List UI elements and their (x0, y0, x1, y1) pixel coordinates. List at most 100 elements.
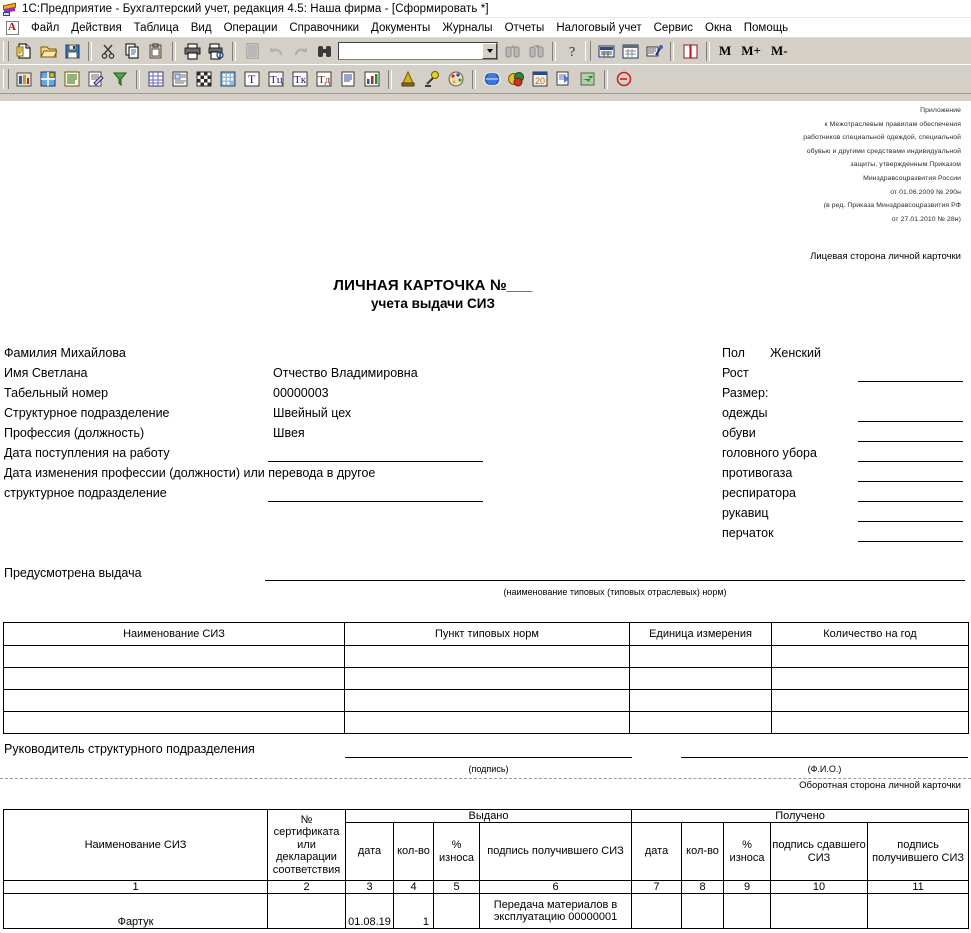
issue-cell-signature[interactable]: Передача материалов в эксплуатацию 00000… (478, 893, 633, 929)
toolbar-grip[interactable] (3, 41, 9, 61)
memory-plus-button[interactable]: M+ (741, 43, 761, 59)
memory-minus-button[interactable]: M- (771, 43, 788, 59)
table-row[interactable] (3, 711, 969, 734)
field-line-size-mittens[interactable] (858, 521, 963, 522)
issue-cell-qty[interactable]: 1 (393, 893, 434, 929)
cone-icon[interactable] (397, 68, 419, 90)
received-cell-signature-giver[interactable] (770, 893, 869, 929)
field-line-provided-issue[interactable] (265, 580, 965, 581)
manager-name-line[interactable] (681, 757, 968, 758)
received-cell-qty[interactable] (681, 893, 725, 929)
calendar20-icon[interactable]: 20 (529, 68, 551, 90)
field-line-size-clothes[interactable] (858, 421, 963, 422)
memory-recall-button[interactable]: M (719, 43, 731, 59)
antenna-icon[interactable] (421, 68, 443, 90)
field-line-change-profession[interactable] (268, 501, 483, 502)
accounts-icon[interactable] (13, 68, 35, 90)
field-line-size-gasmask[interactable] (858, 481, 963, 482)
menu-item-tax-accounting[interactable]: Налоговый учет (550, 21, 647, 35)
redo-icon[interactable] (289, 40, 311, 62)
menu-item-references[interactable]: Справочники (283, 21, 365, 35)
building-icon[interactable] (217, 68, 239, 90)
issue-cell-name[interactable]: Фартук (3, 893, 268, 929)
norms-cell[interactable] (629, 645, 772, 668)
planet-icon[interactable] (481, 68, 503, 90)
norms-cell[interactable] (344, 689, 630, 712)
chevron-down-icon[interactable] (482, 43, 497, 59)
table-row[interactable] (3, 667, 969, 690)
issue-cell-date[interactable]: 01.08.19 (345, 893, 394, 929)
query-wizard-icon[interactable] (643, 40, 665, 62)
received-cell-date[interactable] (631, 893, 683, 929)
spreadsheet-icon[interactable] (145, 68, 167, 90)
select-all-icon[interactable] (241, 40, 263, 62)
menu-item-documents[interactable]: Документы (365, 21, 436, 35)
document-canvas[interactable]: Приложение к Межотраслевым правилам обес… (0, 101, 971, 933)
card-icon[interactable] (169, 68, 191, 90)
bar-chart-icon[interactable] (361, 68, 383, 90)
palette-icon[interactable] (445, 68, 467, 90)
norms-cell[interactable] (771, 711, 969, 734)
issue-cell-certificate[interactable] (267, 893, 346, 929)
norms-cell[interactable] (771, 667, 969, 690)
issue-cell-wear[interactable] (433, 893, 480, 929)
cut-scissors-icon[interactable] (97, 40, 119, 62)
menu-item-operations[interactable]: Операции (218, 21, 284, 35)
norms-cell[interactable] (629, 667, 772, 690)
text-cell-sum-icon[interactable]: Tц (265, 68, 287, 90)
document-text-icon[interactable] (337, 68, 359, 90)
norms-cell[interactable] (3, 645, 345, 668)
field-line-size-gloves[interactable] (858, 541, 963, 542)
norms-cell[interactable] (629, 689, 772, 712)
table-row[interactable] (3, 689, 969, 712)
colors-icon[interactable] (505, 68, 527, 90)
journal-icon[interactable] (61, 68, 83, 90)
exit-circle-icon[interactable] (613, 68, 635, 90)
field-line-height[interactable] (858, 381, 963, 382)
help-question-icon[interactable]: ? (561, 40, 583, 62)
import-arrow-icon[interactable] (577, 68, 599, 90)
table-row[interactable] (3, 645, 969, 668)
norms-cell[interactable] (3, 667, 345, 690)
norms-cell[interactable] (344, 667, 630, 690)
copy-icon[interactable] (121, 40, 143, 62)
menu-item-file[interactable]: Файл (25, 21, 65, 35)
menu-item-table[interactable]: Таблица (128, 21, 185, 35)
paste-clipboard-icon[interactable] (145, 40, 167, 62)
toolbar2-grip[interactable] (3, 69, 9, 89)
norms-cell[interactable] (3, 689, 345, 712)
print-icon[interactable] (181, 40, 203, 62)
address-book-icon[interactable] (679, 40, 701, 62)
norms-cell[interactable] (344, 645, 630, 668)
received-cell-signature-taker[interactable] (867, 893, 970, 929)
find-next-icon[interactable] (525, 40, 547, 62)
text-cell-align-icon[interactable]: Tк (289, 68, 311, 90)
menu-item-view[interactable]: Вид (185, 21, 218, 35)
filter-icon[interactable] (109, 68, 131, 90)
menu-item-actions[interactable]: Действия (65, 21, 127, 35)
undo-icon[interactable] (265, 40, 287, 62)
find-previous-icon[interactable] (501, 40, 523, 62)
chart-of-accounts-icon[interactable] (37, 68, 59, 90)
norms-cell[interactable] (3, 711, 345, 734)
norms-cell[interactable] (771, 645, 969, 668)
open-folder-icon[interactable] (37, 40, 59, 62)
text-cell-icon[interactable]: T (241, 68, 263, 90)
report-edit-icon[interactable] (85, 68, 107, 90)
new-document-icon[interactable] (13, 40, 35, 62)
field-line-hire-date[interactable] (268, 461, 483, 462)
field-line-size-respirator[interactable] (858, 501, 963, 502)
export-icon[interactable] (553, 68, 575, 90)
search-combobox[interactable] (338, 42, 498, 60)
calculator-icon[interactable] (595, 40, 617, 62)
received-cell-wear[interactable] (723, 893, 772, 929)
calendar-icon[interactable] (619, 40, 641, 62)
menu-item-journals[interactable]: Журналы (436, 21, 498, 35)
manager-signature-line[interactable] (345, 757, 632, 758)
checkerboard-icon[interactable] (193, 68, 215, 90)
print-preview-icon[interactable] (205, 40, 227, 62)
menu-item-help[interactable]: Помощь (738, 21, 794, 35)
norms-cell[interactable] (344, 711, 630, 734)
toolbar-grip-2[interactable] (585, 41, 591, 61)
field-line-size-headwear[interactable] (858, 461, 963, 462)
